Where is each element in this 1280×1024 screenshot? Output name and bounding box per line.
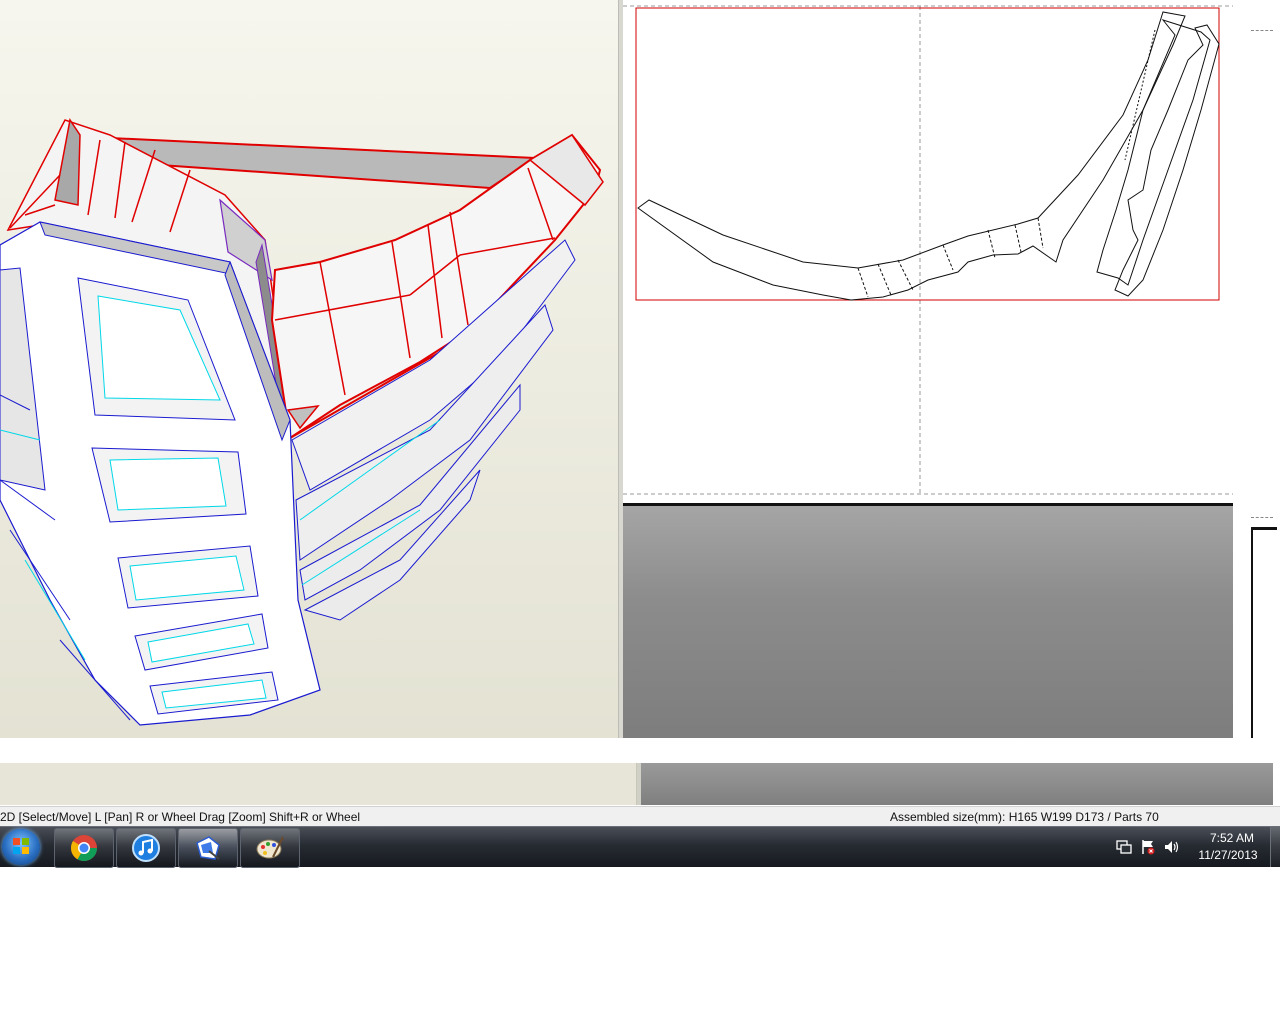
- 3d-view-lower-panel: [0, 763, 637, 805]
- paper-sheet: [623, 0, 1233, 503]
- start-button[interactable]: [2, 829, 40, 865]
- network-icon[interactable]: [1116, 839, 1132, 855]
- window-gap: [0, 738, 1280, 763]
- status-hint: 2D [Select/Move] L [Pan] R or Wheel Drag…: [0, 810, 361, 824]
- status-assembled-size: Assembled size(mm): H165 W199 D173 / Par…: [890, 810, 1159, 824]
- 2d-view-lower-panel: [641, 763, 1273, 805]
- itunes-icon: [132, 834, 160, 862]
- show-desktop-button[interactable]: [1270, 827, 1280, 867]
- system-tray: 7:52 AM 11/27/2013: [1108, 827, 1278, 867]
- adjacent-window-edge: [1233, 0, 1280, 766]
- workspace-background: [623, 503, 1233, 738]
- clock-date[interactable]: 11/27/2013: [1192, 848, 1264, 862]
- chrome-icon: [70, 835, 98, 862]
- clock-time[interactable]: 7:52 AM: [1202, 831, 1262, 845]
- taskbar-itunes-button[interactable]: [116, 828, 176, 868]
- taskbar-pepakura-button[interactable]: [178, 828, 238, 868]
- paint-icon: [256, 836, 284, 859]
- taskbar: 7:52 AM 11/27/2013: [0, 826, 1280, 868]
- mask-model[interactable]: [0, 0, 618, 738]
- pepakura-icon: [196, 836, 220, 860]
- volume-icon[interactable]: [1164, 839, 1180, 855]
- windows-logo-icon: [13, 838, 29, 854]
- 3d-model-view[interactable]: [0, 0, 618, 738]
- 2d-pattern-view[interactable]: [623, 0, 1233, 738]
- taskbar-chrome-button[interactable]: [54, 828, 114, 868]
- action-center-icon[interactable]: [1140, 839, 1156, 855]
- taskbar-paint-button[interactable]: [240, 828, 300, 868]
- status-bar: 2D [Select/Move] L [Pan] R or Wheel Drag…: [0, 806, 1280, 827]
